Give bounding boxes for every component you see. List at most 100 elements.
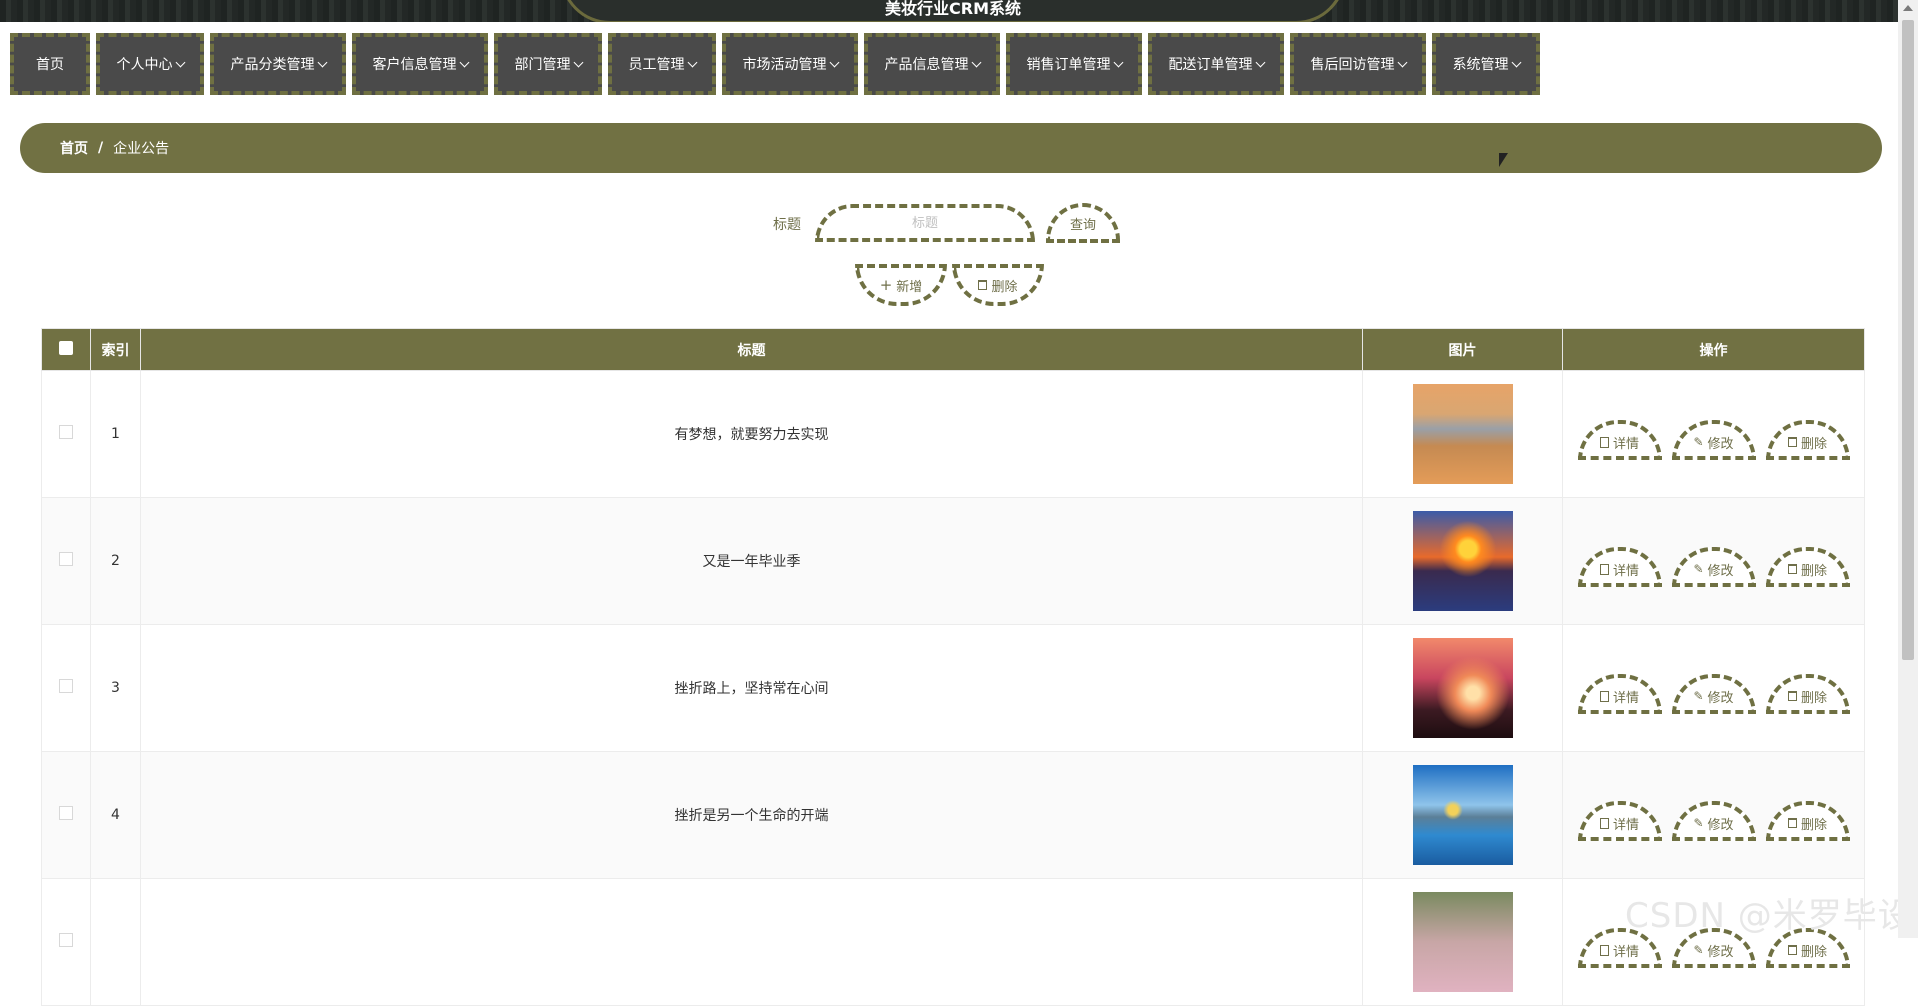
delete-label: 删除: [1800, 817, 1827, 833]
scrollbar-thumb[interactable]: [1902, 20, 1914, 660]
detail-label: 详情: [1612, 944, 1639, 960]
nav-item-1[interactable]: 个人中心: [96, 33, 204, 95]
table-row: 2 又是一年毕业季 详情 ✎ 修改 删除: [41, 497, 1865, 625]
add-button-label: 新增: [896, 279, 923, 295]
detail-button[interactable]: 详情: [1577, 547, 1662, 587]
row-checkbox[interactable]: [59, 933, 73, 947]
header-select-all-cell: [41, 328, 91, 371]
nav-item-6[interactable]: 市场活动管理: [722, 33, 858, 95]
row-title: [140, 878, 1363, 1006]
chevron-down-icon: [573, 57, 583, 67]
nav-item-label: 员工管理: [628, 57, 685, 73]
trash-icon: [1787, 818, 1797, 828]
top-header-strip: 美妆行业CRM系统: [0, 0, 1898, 22]
chevron-down-icon: [829, 57, 839, 67]
detail-button[interactable]: 详情: [1577, 801, 1662, 841]
notice-table: 索引 标题 图片 操作 1 有梦想，就要努力去实现 详情 ✎ 修改 删除 2 又是一年毕业季详…: [41, 328, 1865, 1006]
header-operations: 操作: [1562, 328, 1865, 371]
row-thumbnail-image[interactable]: [1412, 511, 1513, 611]
nav-item-5[interactable]: 员工管理: [608, 33, 716, 95]
row-thumbnail-image[interactable]: [1412, 765, 1513, 865]
document-icon: [1599, 436, 1609, 448]
table-row: 4 挫折是另一个生命的开端 详情 ✎ 修改 删除: [41, 751, 1865, 879]
row-select-cell: [41, 624, 91, 752]
nav-item-9[interactable]: 配送订单管理: [1148, 33, 1284, 95]
add-button[interactable]: + 新增: [855, 264, 947, 306]
select-all-checkbox[interactable]: [59, 340, 73, 355]
row-image-cell: [1362, 370, 1563, 498]
chevron-down-icon: [1113, 57, 1123, 67]
pen-icon: ✎: [1693, 562, 1704, 576]
row-select-cell: [41, 370, 91, 498]
edit-button[interactable]: ✎ 修改: [1671, 674, 1756, 714]
query-button[interactable]: 查询: [1046, 203, 1120, 243]
edit-label: 修改: [1707, 690, 1734, 706]
nav-item-11[interactable]: 系统管理: [1432, 33, 1540, 95]
nav-item-7[interactable]: 产品信息管理: [864, 33, 1000, 95]
row-checkbox[interactable]: [59, 425, 73, 439]
edit-button[interactable]: ✎ 修改: [1671, 420, 1756, 460]
row-delete-button[interactable]: 删除: [1765, 674, 1850, 714]
row-delete-button[interactable]: 删除: [1765, 420, 1850, 460]
site-title: 美妆行业CRM系统: [885, 0, 1021, 18]
row-checkbox[interactable]: [59, 552, 73, 566]
breadcrumb-separator: /: [98, 140, 104, 156]
nav-item-label: 部门管理: [514, 57, 571, 73]
nav-item-2[interactable]: 产品分类管理: [210, 33, 346, 95]
edit-label: 修改: [1707, 817, 1734, 833]
document-icon: [1599, 690, 1609, 702]
delete-label: 删除: [1800, 436, 1827, 452]
row-thumbnail-image[interactable]: [1412, 384, 1513, 484]
row-delete-button[interactable]: 删除: [1765, 801, 1850, 841]
document-icon: [1599, 944, 1609, 956]
row-operations: 详情 ✎ 修改 删除: [1562, 497, 1865, 625]
table-row: 3 挫折路上，坚持常在心间 详情 ✎ 修改 删除: [41, 624, 1865, 752]
detail-button[interactable]: 详情: [1577, 674, 1662, 714]
nav-item-0[interactable]: 首页: [10, 33, 90, 95]
nav-item-3[interactable]: 客户信息管理: [352, 33, 488, 95]
edit-button[interactable]: ✎ 修改: [1671, 801, 1756, 841]
search-title-label: 标题: [773, 217, 801, 233]
nav-item-label: 个人中心: [116, 57, 173, 73]
row-title: 挫折是另一个生命的开端: [140, 751, 1363, 879]
nav-item-10[interactable]: 售后回访管理: [1290, 33, 1426, 95]
row-title: 有梦想，就要努力去实现: [140, 370, 1363, 498]
edit-label: 修改: [1707, 563, 1734, 579]
row-index: 4: [90, 751, 141, 879]
row-operations: 详情 ✎ 修改 删除: [1562, 370, 1865, 498]
row-operations: 详情 ✎ 修改 删除: [1562, 751, 1865, 879]
search-title-input[interactable]: [815, 204, 1035, 242]
scroll-up-arrow-icon[interactable]: [1903, 5, 1913, 11]
row-select-cell: [41, 497, 91, 625]
row-thumbnail-image[interactable]: [1412, 892, 1513, 992]
plus-icon: +: [879, 275, 893, 294]
edit-button[interactable]: ✎ 修改: [1671, 547, 1756, 587]
batch-delete-label: 删除: [991, 279, 1018, 295]
vertical-scrollbar[interactable]: [1898, 0, 1918, 938]
detail-label: 详情: [1612, 690, 1639, 706]
document-icon: [1599, 817, 1609, 829]
row-delete-button[interactable]: 删除: [1765, 547, 1850, 587]
chevron-down-icon: [971, 57, 981, 67]
breadcrumb-home[interactable]: 首页: [60, 138, 88, 158]
row-select-cell: [41, 751, 91, 879]
edit-label: 修改: [1707, 944, 1734, 960]
row-index: 2: [90, 497, 141, 625]
watermark: CSDN @米罗毕设: [1625, 896, 1913, 936]
batch-delete-button[interactable]: 删除: [952, 264, 1044, 306]
chevron-down-icon: [1255, 57, 1265, 67]
row-checkbox[interactable]: [59, 679, 73, 693]
row-checkbox[interactable]: [59, 806, 73, 820]
document-icon: [1599, 563, 1609, 575]
row-image-cell: [1362, 624, 1563, 752]
mouse-cursor-icon: [1499, 153, 1508, 167]
row-thumbnail-image[interactable]: [1412, 638, 1513, 738]
main-navigation: 首页 个人中心 产品分类管理 客户信息管理 部门管理 员工管理 市场活动管理 产品信息管理 销售…: [10, 33, 1540, 95]
nav-item-label: 产品信息管理: [884, 57, 969, 73]
nav-item-label: 市场活动管理: [742, 57, 827, 73]
breadcrumb-current: 企业公告: [113, 141, 170, 157]
nav-item-4[interactable]: 部门管理: [494, 33, 602, 95]
row-image-cell: [1362, 497, 1563, 625]
detail-button[interactable]: 详情: [1577, 420, 1662, 460]
nav-item-8[interactable]: 销售订单管理: [1006, 33, 1142, 95]
